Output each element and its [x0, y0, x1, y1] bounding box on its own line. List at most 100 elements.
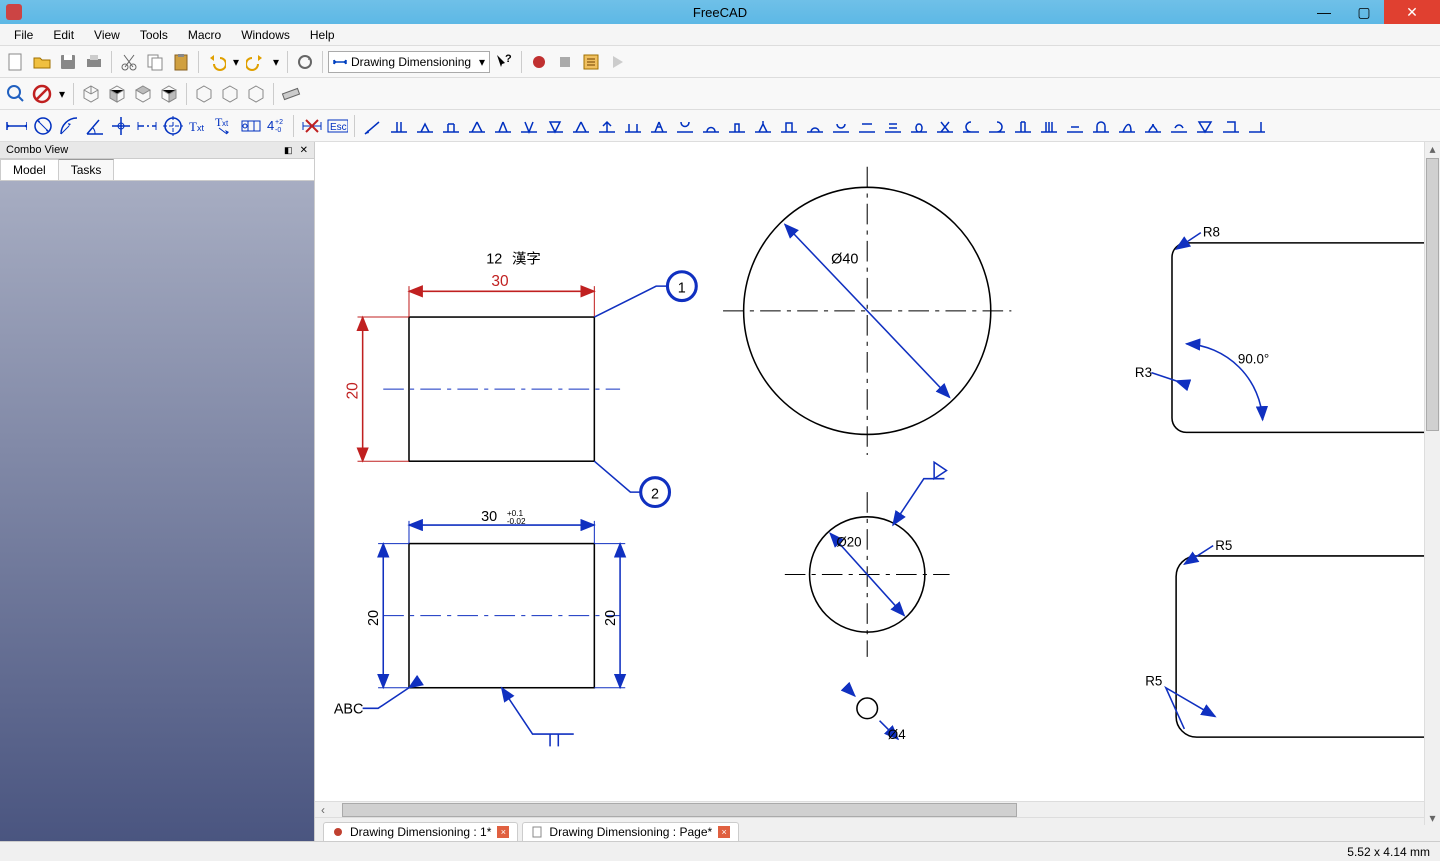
weld-symbol-17-icon[interactable]	[802, 114, 826, 138]
weld-symbol-3-icon[interactable]	[438, 114, 462, 138]
weld-symbol-6-icon[interactable]	[516, 114, 540, 138]
dim-circle-icon[interactable]	[30, 114, 54, 138]
dim-angle-icon[interactable]	[82, 114, 106, 138]
whatsthis-icon[interactable]: ?	[492, 50, 516, 74]
view-rear-icon[interactable]	[192, 82, 216, 106]
weld-symbol-8-icon[interactable]	[568, 114, 592, 138]
escape-icon[interactable]: Esc	[325, 114, 349, 138]
copy-icon[interactable]	[143, 50, 167, 74]
undo-icon[interactable]	[204, 50, 228, 74]
weld-symbol-9-icon[interactable]	[594, 114, 618, 138]
weld-symbol-19-icon[interactable]	[854, 114, 878, 138]
redo-dropdown-icon[interactable]: ▾	[270, 50, 282, 74]
cut-icon[interactable]	[117, 50, 141, 74]
close-button[interactable]: ✕	[1384, 0, 1440, 24]
measure-icon[interactable]	[279, 82, 303, 106]
weld-symbol-12-icon[interactable]	[672, 114, 696, 138]
vertical-scrollbar[interactable]: ▴ ▾	[1424, 142, 1440, 825]
weld-symbol-1-icon[interactable]	[386, 114, 410, 138]
weld-symbol-11-icon[interactable]	[646, 114, 670, 138]
weld-symbol-28-icon[interactable]	[1088, 114, 1112, 138]
view-right-icon[interactable]	[157, 82, 181, 106]
maximize-button[interactable]: ▢	[1344, 0, 1384, 24]
weld-symbol-22-icon[interactable]	[932, 114, 956, 138]
zoom-fit-icon[interactable]	[4, 82, 28, 106]
add-tolerance-icon[interactable]: 4+2-0	[264, 114, 288, 138]
delete-dim-icon[interactable]	[299, 114, 323, 138]
menu-view[interactable]: View	[84, 26, 130, 44]
svg-text:?: ?	[505, 53, 512, 65]
undo-dropdown-icon[interactable]: ▾	[230, 50, 242, 74]
macro-stop-icon[interactable]	[553, 50, 577, 74]
macro-record-icon[interactable]	[527, 50, 551, 74]
drawing-canvas[interactable]: 12 漢字 30 20 1 2	[315, 142, 1440, 801]
dim-centerline-icon[interactable]	[134, 114, 158, 138]
open-icon[interactable]	[30, 50, 54, 74]
weld-symbol-34-icon[interactable]	[1244, 114, 1268, 138]
view-bottom-icon[interactable]	[218, 82, 242, 106]
weld-symbol-26-icon[interactable]	[1036, 114, 1060, 138]
weld-symbol-20-icon[interactable]	[880, 114, 904, 138]
close-icon[interactable]: ×	[718, 826, 730, 838]
refresh-icon[interactable]	[293, 50, 317, 74]
macro-list-icon[interactable]	[579, 50, 603, 74]
workbench-selector[interactable]: Drawing Dimensioning	[328, 51, 490, 73]
view-iso-icon[interactable]	[79, 82, 103, 106]
weld-symbol-10-icon[interactable]	[620, 114, 644, 138]
dim-linear-icon[interactable]	[4, 114, 28, 138]
doc-tab-1[interactable]: Drawing Dimensioning : 1* ×	[323, 822, 518, 841]
view-left-icon[interactable]	[244, 82, 268, 106]
rect1-width: 30	[491, 273, 508, 290]
redo-icon[interactable]	[244, 50, 268, 74]
view-front-icon[interactable]	[105, 82, 129, 106]
tolerance-icon[interactable]	[238, 114, 262, 138]
menu-help[interactable]: Help	[300, 26, 345, 44]
view-top-icon[interactable]	[131, 82, 155, 106]
tab-model[interactable]: Model	[0, 159, 59, 180]
menu-edit[interactable]: Edit	[43, 26, 84, 44]
weld-symbol-27-icon[interactable]	[1062, 114, 1086, 138]
menu-file[interactable]: File	[4, 26, 43, 44]
weld-symbol-14-icon[interactable]	[724, 114, 748, 138]
dim-radius-icon[interactable]	[56, 114, 80, 138]
minimize-button[interactable]: —	[1304, 0, 1344, 24]
note-leader-icon[interactable]: Txt	[212, 114, 236, 138]
combo-undock-icon[interactable]: ◧	[284, 145, 293, 155]
weld-symbol-33-icon[interactable]	[1218, 114, 1242, 138]
draw-style-dropdown-icon[interactable]: ▾	[56, 82, 68, 106]
weld-symbol-24-icon[interactable]	[984, 114, 1008, 138]
paste-icon[interactable]	[169, 50, 193, 74]
weld-symbol-23-icon[interactable]	[958, 114, 982, 138]
weld-symbol-13-icon[interactable]	[698, 114, 722, 138]
dim-circle-center-icon[interactable]	[160, 114, 184, 138]
horizontal-scrollbar[interactable]: ‹ ›	[315, 801, 1440, 817]
weld-symbol-7-icon[interactable]	[542, 114, 566, 138]
weld-symbol-30-icon[interactable]	[1140, 114, 1164, 138]
weld-symbol-16-icon[interactable]	[776, 114, 800, 138]
combo-close-icon[interactable]: ✕	[300, 145, 308, 156]
weld-symbol-29-icon[interactable]	[1114, 114, 1138, 138]
weld-symbol-15-icon[interactable]	[750, 114, 774, 138]
print-icon[interactable]	[82, 50, 106, 74]
menu-macro[interactable]: Macro	[178, 26, 231, 44]
menu-windows[interactable]: Windows	[231, 26, 300, 44]
menu-tools[interactable]: Tools	[130, 26, 178, 44]
close-icon[interactable]: ×	[497, 826, 509, 838]
tab-tasks[interactable]: Tasks	[58, 159, 115, 180]
note-text-icon[interactable]: Txt	[186, 114, 210, 138]
doc-tab-2[interactable]: Drawing Dimensioning : Page* ×	[522, 822, 739, 841]
weld-symbol-25-icon[interactable]	[1010, 114, 1034, 138]
weld-symbol-32-icon[interactable]	[1192, 114, 1216, 138]
new-icon[interactable]	[4, 50, 28, 74]
weld-symbol-5-icon[interactable]	[490, 114, 514, 138]
weld-symbol-21-icon[interactable]	[906, 114, 930, 138]
weld-symbol-18-icon[interactable]	[828, 114, 852, 138]
weld-symbol-31-icon[interactable]	[1166, 114, 1190, 138]
dim-center-icon[interactable]	[108, 114, 132, 138]
draw-style-icon[interactable]	[30, 82, 54, 106]
macro-play-icon[interactable]	[605, 50, 629, 74]
save-icon[interactable]	[56, 50, 80, 74]
weld-symbol-2-icon[interactable]	[412, 114, 436, 138]
weld-symbol-4-icon[interactable]	[464, 114, 488, 138]
weld-arrow-icon[interactable]	[360, 114, 384, 138]
